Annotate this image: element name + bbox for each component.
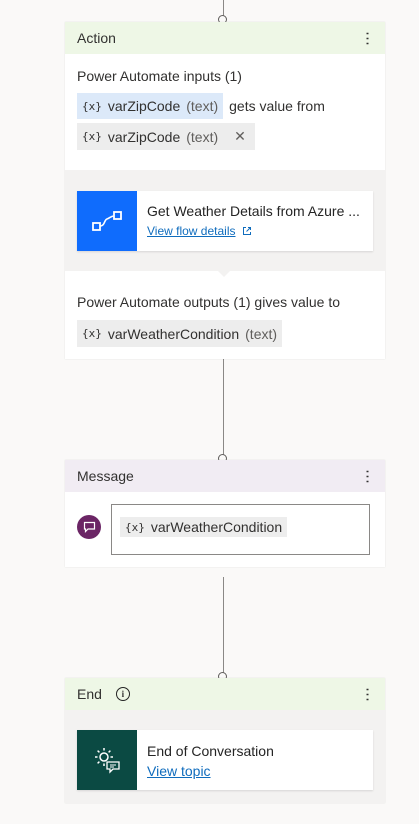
outputs-label: Power Automate outputs (1) gives value t… [77,294,341,310]
remove-variable-icon[interactable]: ✕ [234,128,246,145]
output-variable-chip[interactable]: {x} varWeatherCondition (text) [77,320,283,347]
open-external-icon[interactable] [242,225,252,239]
variable-icon: {x} [125,520,145,534]
end-title: End of Conversation [147,743,274,759]
inputs-label: Power Automate inputs (1) [77,68,242,84]
action-more-options-icon[interactable]: ⋯ [359,31,376,46]
output-variable-name: varWeatherCondition [107,325,240,342]
input-variable-type: (text) [186,98,219,114]
message-more-options-icon[interactable]: ⋯ [359,469,376,484]
action-header: Action ⋯ [65,22,385,54]
message-variable-name: varWeatherCondition [150,519,283,535]
output-variable-type: (text) [245,325,278,342]
end-tile[interactable]: End of Conversation View topic [77,730,373,790]
flow-tile[interactable]: Get Weather Details from Azure ... View … [77,191,373,251]
end-header-title: End [77,686,102,702]
source-variable-name: varZipCode [107,128,181,145]
action-header-title: Action [77,30,116,46]
action-message-connector [223,359,224,455]
message-header: Message ⋯ [65,460,385,492]
message-text-box[interactable]: {x} varWeatherCondition [111,504,370,555]
message-card[interactable]: Message ⋯ {x} varWeatherCondition [65,460,385,567]
flow-pointer-top [218,164,230,170]
flow-name: Get Weather Details from Azure ... [147,203,360,219]
gets-value-from-label: gets value from [229,98,325,114]
variable-icon: {x} [82,99,102,113]
message-variable-chip[interactable]: {x} varWeatherCondition [120,517,288,537]
info-icon[interactable]: i [115,687,130,701]
flow-icon [77,191,137,251]
variable-icon: {x} [82,130,102,143]
end-header: End i ⋯ [65,678,385,710]
input-variable-chip[interactable]: {x} varZipCode (text) [77,93,224,119]
variable-icon: {x} [82,327,102,340]
source-variable-chip[interactable]: {x} varZipCode (text) ✕ [77,123,255,150]
message-end-connector [223,577,224,673]
message-header-title: Message [77,468,134,484]
view-flow-details-link[interactable]: View flow details [147,224,236,238]
end-more-options-icon[interactable]: ⋯ [359,687,376,702]
flow-pointer-bottom [218,271,230,277]
source-variable-type: (text) [186,128,219,145]
input-variable-name: varZipCode [107,98,181,114]
end-conversation-icon [77,730,137,790]
view-topic-link[interactable]: View topic [147,763,211,779]
message-avatar-icon [77,515,101,539]
